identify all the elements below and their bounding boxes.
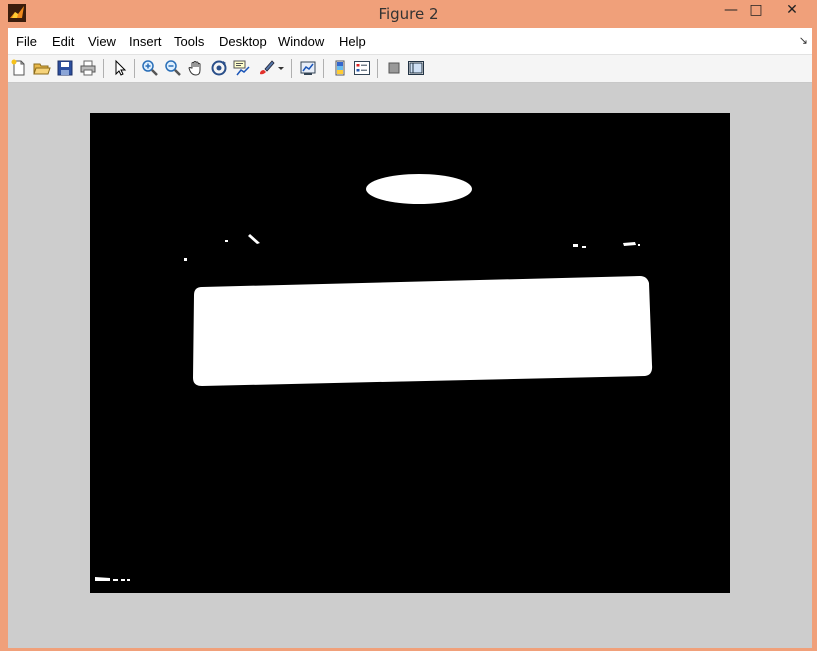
insert-colorbar-icon[interactable] <box>331 59 349 77</box>
white-speck <box>121 579 125 581</box>
toolbar-separator <box>103 59 104 78</box>
hide-plot-tools-icon[interactable] <box>385 59 403 77</box>
menu-view[interactable]: View <box>88 34 116 49</box>
menu-file[interactable]: File <box>16 34 37 49</box>
insert-legend-icon[interactable] <box>353 59 371 77</box>
maximize-button[interactable]: □ <box>741 0 771 22</box>
save-icon[interactable] <box>56 59 74 77</box>
white-region-main <box>193 276 653 386</box>
show-plot-tools-icon[interactable] <box>407 59 425 77</box>
menu-bar: File Edit View Insert Tools Desktop Wind… <box>8 28 812 55</box>
white-speck <box>573 244 578 247</box>
figure-toolbar <box>8 55 812 83</box>
figure-window: Figure 2 — □ ✕ File Edit View Insert Too… <box>0 0 817 651</box>
open-file-icon[interactable] <box>33 59 51 77</box>
menu-edit[interactable]: Edit <box>52 34 74 49</box>
white-speck <box>113 579 118 581</box>
toolbar-separator <box>134 59 135 78</box>
figure-client-area: File Edit View Insert Tools Desktop Wind… <box>8 28 812 648</box>
menu-desktop[interactable]: Desktop <box>219 34 267 49</box>
window-title: Figure 2 <box>378 5 439 23</box>
white-speck <box>225 240 228 242</box>
pan-hand-icon[interactable] <box>187 59 205 77</box>
close-button[interactable]: ✕ <box>777 0 807 22</box>
white-blob-top <box>366 174 472 204</box>
print-icon[interactable] <box>79 59 97 77</box>
edit-plot-arrow-icon[interactable] <box>111 59 129 77</box>
brush-icon[interactable] <box>257 59 275 77</box>
white-speck <box>184 258 187 261</box>
data-cursor-icon[interactable] <box>233 59 251 77</box>
toolbar-separator <box>291 59 292 78</box>
menu-tools[interactable]: Tools <box>174 34 204 49</box>
binary-image-plot[interactable] <box>90 113 730 593</box>
menu-help[interactable]: Help <box>339 34 366 49</box>
menu-insert[interactable]: Insert <box>129 34 162 49</box>
rotate-3d-icon[interactable] <box>210 59 228 77</box>
new-figure-icon[interactable] <box>10 59 28 77</box>
menu-window[interactable]: Window <box>278 34 324 49</box>
toolbar-separator <box>377 59 378 78</box>
menu-dock-arrow-icon[interactable]: ↘ <box>799 34 808 47</box>
zoom-out-icon[interactable] <box>164 59 182 77</box>
white-speck <box>127 579 130 581</box>
link-plot-icon[interactable] <box>299 59 317 77</box>
brush-dropdown-icon[interactable] <box>277 59 285 77</box>
title-bar[interactable]: Figure 2 — □ ✕ <box>0 0 817 28</box>
white-speck <box>638 244 640 246</box>
zoom-in-icon[interactable] <box>141 59 159 77</box>
toolbar-separator <box>323 59 324 78</box>
white-speck <box>582 246 586 248</box>
